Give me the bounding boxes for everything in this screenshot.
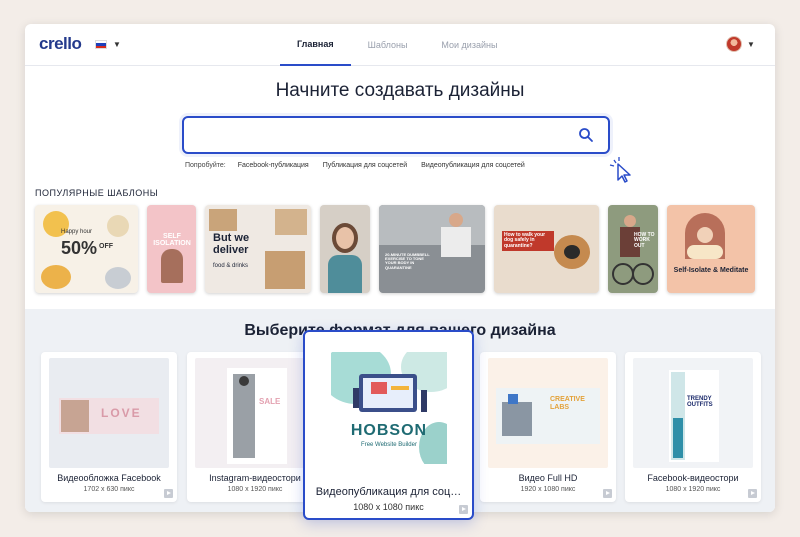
play-icon bbox=[164, 489, 173, 498]
format-name: Видео Full HD bbox=[518, 473, 578, 483]
template-text: HOW TO WORK OUT bbox=[634, 232, 655, 249]
format-card-full-hd-video[interactable]: CREATIVE LABS Видео Full HD 1920 x 1080 … bbox=[480, 352, 616, 502]
template-text: Self-Isolate & Meditate bbox=[673, 267, 749, 274]
play-icon bbox=[603, 489, 612, 498]
thumb-text: HOBSON bbox=[350, 422, 428, 439]
format-thumbnail: LOVE bbox=[49, 358, 169, 468]
popular-templates-heading: ПОПУЛЯРНЫЕ ШАБЛОНЫ bbox=[35, 188, 159, 198]
template-card[interactable]: SELF ISOLATION bbox=[147, 205, 196, 293]
chevron-down-icon: ▼ bbox=[747, 39, 755, 49]
avatar bbox=[726, 36, 742, 52]
template-text: 20-MINUTE DUMBBELL EXERCISE TO TONE YOUR… bbox=[385, 252, 430, 270]
play-icon bbox=[459, 505, 468, 514]
template-card[interactable]: 20-MINUTE DUMBBELL EXERCISE TO TONE YOUR… bbox=[379, 205, 485, 293]
template-card[interactable]: HOW TO WORK OUT bbox=[608, 205, 658, 293]
format-thumbnail: SALE bbox=[195, 358, 315, 468]
format-thumbnail: TRENDY OUTFITS bbox=[633, 358, 753, 468]
thumb-text: SALE bbox=[259, 397, 281, 406]
template-text: 50% bbox=[61, 238, 98, 258]
template-card[interactable]: Happy hour 50% OFF bbox=[35, 205, 138, 293]
search-input[interactable] bbox=[184, 118, 564, 152]
chevron-down-icon: ▼ bbox=[113, 40, 121, 49]
thumb-subtext: Free Website Builder bbox=[361, 442, 417, 448]
thumb-text: LOVE bbox=[101, 406, 142, 420]
format-thumbnail: HOBSON Free Website Builder bbox=[331, 352, 447, 464]
language-selector[interactable]: ▼ bbox=[95, 40, 121, 49]
format-name: Видеопубликация для соц… bbox=[315, 486, 462, 498]
template-card[interactable]: But we deliver food & drinks bbox=[205, 205, 311, 293]
suggestion-link[interactable]: Видеопубликация для соцсетей bbox=[421, 162, 525, 169]
template-card[interactable]: How to walk your dog safely in quarantin… bbox=[494, 205, 599, 293]
play-icon bbox=[748, 489, 757, 498]
top-header: crello ▼ Главная Шаблоны Мои дизайны ▼ bbox=[25, 24, 775, 66]
format-thumbnail: CREATIVE LABS bbox=[488, 358, 608, 468]
main-nav: Главная Шаблоны Мои дизайны bbox=[280, 24, 514, 66]
format-card-social-video-post[interactable]: HOBSON Free Website Builder Видеопублика… bbox=[303, 330, 474, 520]
format-size: 1080 x 1920 пикс bbox=[665, 486, 721, 493]
format-size: 1702 x 630 пикс bbox=[83, 486, 135, 493]
template-text: How to walk your dog safely in quarantin… bbox=[502, 231, 554, 251]
format-card-facebook-video-cover[interactable]: LOVE Видеообложка Facebook 1702 x 630 пи… bbox=[41, 352, 177, 502]
template-text: OFF bbox=[99, 243, 113, 250]
tab-my-designs[interactable]: Мои дизайны bbox=[424, 24, 514, 66]
search-box bbox=[182, 116, 610, 154]
thumb-text: TRENDY OUTFITS bbox=[687, 396, 713, 409]
suggestion-link[interactable]: Facebook-публикация bbox=[238, 162, 309, 169]
tab-home[interactable]: Главная bbox=[280, 24, 351, 66]
russian-flag-icon bbox=[95, 40, 107, 49]
template-card[interactable] bbox=[320, 205, 370, 293]
search-suggestions: Попробуйте: Facebook-публикация Публикац… bbox=[185, 162, 539, 169]
search-icon[interactable] bbox=[578, 127, 594, 143]
tab-templates[interactable]: Шаблоны bbox=[351, 24, 425, 66]
mouse-cursor-icon bbox=[609, 157, 631, 183]
template-text: Happy hour bbox=[61, 229, 93, 235]
template-text: But we deliver bbox=[213, 232, 250, 256]
format-size: 1080 x 1080 пикс bbox=[353, 502, 424, 512]
template-text: SELF ISOLATION bbox=[153, 233, 191, 248]
try-label: Попробуйте: bbox=[185, 162, 226, 169]
user-menu[interactable]: ▼ bbox=[726, 36, 755, 52]
template-card[interactable]: Self-Isolate & Meditate bbox=[667, 205, 755, 293]
format-size: 1920 x 1080 пикс bbox=[520, 486, 576, 493]
crello-logo[interactable]: crello bbox=[39, 34, 82, 54]
suggestion-link[interactable]: Публикация для соцсетей bbox=[323, 162, 407, 169]
template-text: food & drinks bbox=[213, 263, 249, 269]
page-title: Начните создавать дизайны bbox=[275, 80, 525, 101]
format-name: Видеообложка Facebook bbox=[57, 473, 161, 483]
thumb-text: CREATIVE LABS bbox=[550, 396, 585, 411]
format-card-facebook-video-story[interactable]: TRENDY OUTFITS Facebook-видеостори 1080 … bbox=[625, 352, 761, 502]
format-name: Facebook-видеостори bbox=[647, 473, 739, 483]
